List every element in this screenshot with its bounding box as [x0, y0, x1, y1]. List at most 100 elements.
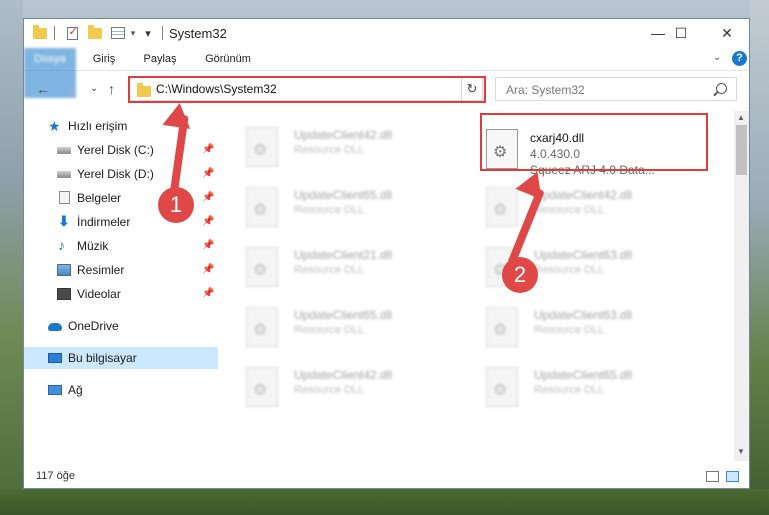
customize-dropdown-icon[interactable]: ▾	[142, 24, 154, 42]
sidebar-item-disk-d[interactable]: Yerel Disk (D:) 📌	[24, 163, 218, 185]
computer-icon	[48, 353, 62, 363]
navigation-pane: ★ Hızlı erişim Yerel Disk (C:) 📌 Yerel D…	[24, 111, 218, 461]
sidebar-item-this-pc[interactable]: Bu bilgisayar	[24, 347, 218, 369]
tab-share[interactable]: Paylaş	[136, 48, 184, 70]
dll-file-icon	[246, 247, 278, 287]
file-type: Resource DLL	[534, 324, 605, 336]
file-name: UpdateClient42.dll	[294, 128, 393, 142]
file-name: UpdateClient21.dll	[294, 248, 393, 262]
documents-icon	[59, 191, 70, 204]
disk-icon	[57, 147, 71, 154]
scroll-thumb[interactable]	[736, 125, 747, 175]
sidebar-item-disk-c[interactable]: Yerel Disk (C:) 📌	[24, 139, 218, 161]
back-arrow-icon[interactable]: ←	[36, 80, 50, 98]
list-item[interactable]: UpdateClient65.dll Resource DLL	[486, 365, 716, 415]
file-highlight-box	[480, 113, 708, 171]
list-item[interactable]: UpdateClient65.dll Resource DLL	[246, 185, 476, 235]
dll-file-icon	[246, 367, 278, 407]
help-icon[interactable]: ?	[732, 51, 747, 66]
sidebar-item-pictures[interactable]: Resimler 📌	[24, 259, 218, 281]
pin-icon[interactable]: 📌	[202, 288, 214, 299]
dll-file-icon	[246, 187, 278, 227]
pin-icon[interactable]: 📌	[202, 168, 214, 179]
file-type: Resource DLL	[534, 384, 605, 396]
search-icon	[716, 83, 727, 94]
file-name: UpdateClient42.dll	[294, 368, 393, 382]
sidebar-item-onedrive[interactable]: OneDrive	[24, 315, 218, 337]
explorer-window: ▾ ▾ System32 — ☐ ✕ Dosya Giriş Paylaş Gö…	[23, 18, 750, 489]
tab-view[interactable]: Görünüm	[198, 48, 258, 70]
download-icon: ⬇	[58, 213, 70, 229]
dll-file-icon	[486, 187, 518, 227]
divider	[160, 24, 164, 42]
sidebar-item-label: Hızlı erişim	[68, 119, 128, 133]
search-placeholder: Ara: System32	[506, 83, 585, 97]
sidebar-item-network[interactable]: Ağ	[24, 379, 218, 401]
sidebar-item-videos[interactable]: Videolar 📌	[24, 283, 218, 305]
file-type: Resource DLL	[294, 324, 365, 336]
navigation-bar: ← → ⌄ ↑ C:\Windows\System32 ⌄ ↻ Ara: Sys…	[24, 72, 749, 106]
quick-access-props-icon[interactable]	[110, 24, 126, 42]
pin-icon[interactable]: 📌	[202, 192, 214, 203]
sidebar-item-label: İndirmeler	[77, 215, 131, 229]
file-name: UpdateClient63.dll	[534, 308, 633, 322]
window-title: System32	[169, 26, 227, 41]
network-icon	[48, 385, 62, 395]
forward-arrow-icon[interactable]: →	[64, 80, 78, 98]
desktop-right	[750, 0, 769, 515]
title-bar: ▾ ▾ System32 — ☐ ✕	[24, 19, 749, 47]
file-type: Resource DLL	[294, 144, 365, 156]
onedrive-icon	[48, 323, 62, 331]
disk-icon	[57, 171, 71, 178]
close-button[interactable]: ✕	[704, 19, 749, 47]
up-arrow-icon[interactable]: ↑	[108, 80, 115, 98]
list-item[interactable]: UpdateClient42.dll Resource DLL	[246, 125, 476, 175]
music-icon: ♪	[58, 237, 65, 253]
list-item[interactable]: UpdateClient65.dll Resource DLL	[246, 305, 476, 355]
large-icons-view-icon[interactable]	[726, 471, 739, 482]
file-name: UpdateClient42.dll	[534, 188, 633, 202]
pin-icon[interactable]: 📌	[202, 144, 214, 155]
folder-icon[interactable]	[32, 24, 48, 42]
ribbon-tabs: Dosya Giriş Paylaş Görünüm ⌄ ?	[24, 48, 749, 98]
callout-arrowhead-1	[162, 101, 194, 129]
star-icon: ★	[48, 118, 61, 134]
quick-access-dropdown-icon[interactable]: ▾	[128, 24, 138, 42]
list-item[interactable]: UpdateClient63.dll Resource DLL	[486, 305, 716, 355]
file-type: Resource DLL	[294, 384, 365, 396]
videos-icon	[57, 288, 71, 300]
callout-badge-2: 2	[502, 257, 538, 293]
pin-icon[interactable]: 📌	[202, 264, 214, 275]
maximize-button[interactable]: ☐	[658, 19, 704, 47]
properties-check-icon[interactable]	[64, 24, 80, 42]
scroll-up-icon[interactable]: ▲	[737, 113, 745, 122]
file-name: UpdateClient65.dll	[294, 308, 393, 322]
file-type: Resource DLL	[534, 204, 605, 216]
file-type: Resource DLL	[534, 264, 605, 276]
desktop-bottom	[0, 489, 769, 515]
pin-icon[interactable]: 📌	[202, 240, 214, 251]
scroll-down-icon[interactable]: ▼	[737, 447, 745, 456]
sidebar-item-music[interactable]: ♪ Müzik 📌	[24, 235, 218, 257]
new-folder-icon[interactable]	[87, 24, 103, 42]
address-highlight-box	[128, 76, 486, 103]
search-input[interactable]: Ara: System32	[495, 77, 737, 101]
item-count: 117 öğe	[36, 470, 75, 482]
dll-file-icon	[486, 367, 518, 407]
ribbon-expand-icon[interactable]: ⌄	[713, 52, 721, 63]
file-type: Resource DLL	[294, 204, 365, 216]
divider	[52, 24, 56, 42]
list-item[interactable]: UpdateClient42.dll Resource DLL	[246, 365, 476, 415]
callout-badge-1: 1	[158, 187, 194, 223]
file-name: UpdateClient63.dll	[534, 248, 633, 262]
vertical-scrollbar[interactable]: ▲ ▼	[734, 111, 749, 461]
sidebar-item-label: Resimler	[77, 263, 125, 277]
recent-dropdown-icon[interactable]: ⌄	[90, 80, 98, 98]
details-view-icon[interactable]	[706, 471, 719, 482]
pin-icon[interactable]: 📌	[202, 216, 214, 227]
status-bar: 117 öğe	[24, 465, 749, 488]
sidebar-item-label: Yerel Disk (D:)	[77, 167, 154, 181]
tab-home[interactable]: Giriş	[84, 48, 124, 70]
list-item[interactable]: UpdateClient21.dll Resource DLL	[246, 245, 476, 295]
file-name: UpdateClient65.dll	[294, 188, 393, 202]
